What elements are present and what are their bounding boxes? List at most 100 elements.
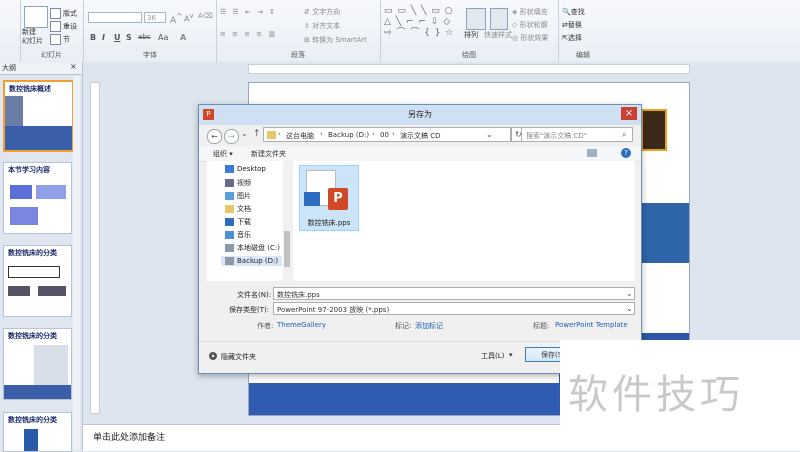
layout-button[interactable]: 版式 xyxy=(50,8,77,19)
thumb-scrollbar[interactable] xyxy=(73,76,80,450)
slide-thumbnail-panel: 大纲 × 数控铣床概述 本节学习内容 数控铣床的分类 数控铣床的分类 数控铣床的… xyxy=(0,62,83,452)
nav-item-downloads[interactable]: 下载 xyxy=(225,217,251,227)
slide-thumb-2[interactable]: 本节学习内容 xyxy=(3,162,72,234)
font-color-icon[interactable]: A xyxy=(180,33,186,42)
shape-fill-button[interactable]: ◈ 形状填充 xyxy=(512,7,548,17)
outline-tab[interactable]: 大纲 xyxy=(2,63,16,73)
filetype-select[interactable]: PowerPoint 97-2003 放映 (*.pps) ⌄ xyxy=(273,302,635,315)
nav-item-music[interactable]: 音乐 xyxy=(225,230,251,240)
file-item[interactable]: P 数控铣床.pps xyxy=(299,165,359,231)
breadcrumb-separator: › xyxy=(278,130,281,138)
breadcrumb-separator: › xyxy=(320,130,323,138)
picture-icon xyxy=(225,192,234,200)
hide-folders-toggle[interactable]: 隐藏文件夹 xyxy=(221,352,256,362)
new-slide-icon[interactable] xyxy=(24,6,48,28)
thumb-image xyxy=(5,96,23,126)
slide-thumb-5[interactable]: 数控铣床的分类 xyxy=(3,412,72,452)
title-value[interactable]: PowerPoint Template xyxy=(555,321,628,329)
up-arrow-icon[interactable]: ↑ xyxy=(253,129,261,139)
thumb-title: 数控铣床的分类 xyxy=(8,332,57,340)
arrange-icon[interactable] xyxy=(466,8,486,30)
underline-button[interactable]: U xyxy=(114,33,121,42)
filename-label: 文件名(N): xyxy=(237,291,272,299)
tags-label: 标记: xyxy=(395,322,412,330)
file-name: 数控铣床.pps xyxy=(307,219,351,227)
breadcrumb-this-pc[interactable]: 这台电脑 xyxy=(286,131,314,141)
help-icon[interactable]: ? xyxy=(621,148,631,158)
dialog-titlebar[interactable]: P 另存为 × xyxy=(199,105,641,125)
align-buttons-icon[interactable]: ≡ ≡ ≡ ≡ ▥ xyxy=(220,30,277,38)
nav-item-pictures[interactable]: 图片 xyxy=(225,191,251,201)
strikethrough-button[interactable]: abc xyxy=(138,33,151,41)
text-direction-button[interactable]: ⇵ 文字方向 xyxy=(304,7,340,17)
breadcrumb-backup-drive[interactable]: Backup (D:) xyxy=(328,131,369,139)
reset-icon xyxy=(50,21,61,32)
nav-item-documents[interactable]: 文档 xyxy=(225,204,251,214)
shrink-font-icon[interactable]: Av xyxy=(184,12,193,24)
bold-button[interactable]: B xyxy=(90,33,96,42)
address-bar[interactable]: › 这台电脑 › Backup (D:) › 00 › 演示文稿 CD ⌄ xyxy=(263,127,511,142)
reset-button[interactable]: 重设 xyxy=(50,21,77,32)
nav-item-local-disk-c[interactable]: 本地磁盘 (C:) xyxy=(225,243,280,253)
back-button[interactable]: ← xyxy=(207,129,222,144)
recent-dropdown-icon[interactable]: ⌄ xyxy=(241,129,248,138)
list-buttons-icon[interactable]: ☰ ☰ ⇤ ⇥ ↕ xyxy=(220,8,277,16)
file-list: P 数控铣床.pps xyxy=(293,161,635,281)
author-value[interactable]: ThemeGallery xyxy=(277,321,326,329)
breadcrumb-separator: › xyxy=(372,130,375,138)
find-label: 查找 xyxy=(570,8,585,16)
font-name-combo[interactable] xyxy=(88,12,142,23)
section-button[interactable]: 节 xyxy=(50,34,70,45)
find-button[interactable]: 🔍查找 xyxy=(562,7,585,17)
organize-button[interactable]: 组织 ▾ xyxy=(213,149,233,159)
slide-thumb-4[interactable]: 数控铣床的分类 xyxy=(3,328,72,400)
breadcrumb-folder[interactable]: 演示文稿 CD xyxy=(400,131,441,141)
forward-button[interactable]: → xyxy=(224,129,239,144)
align-text-icon: ⇳ xyxy=(304,22,313,30)
nav-item-desktop[interactable]: Desktop xyxy=(225,165,266,173)
nav-scrollbar-thumb[interactable] xyxy=(284,231,290,267)
grow-font-icon[interactable]: A^ xyxy=(170,12,182,26)
slide-thumb-3[interactable]: 数控铣床的分类 xyxy=(3,245,72,317)
font-size-combo[interactable]: 36 xyxy=(144,12,166,23)
paragraph-group: ☰ ☰ ⇤ ⇥ ↕ ≡ ≡ ≡ ≡ ▥ ⇵ 文字方向 ⇳ 对齐文本 ⊞ 转换为 … xyxy=(216,0,381,62)
clear-format-icon[interactable]: A⌫ xyxy=(198,12,213,20)
italic-button[interactable]: I xyxy=(102,33,105,42)
slide-thumb-1[interactable]: 数控铣床概述 xyxy=(3,80,74,152)
new-folder-button[interactable]: 新建文件夹 xyxy=(251,149,286,159)
collapse-icon[interactable]: ▴ xyxy=(209,352,217,360)
address-dropdown-icon[interactable]: ⌄ xyxy=(486,130,493,139)
tools-dropdown-icon[interactable]: ▾ xyxy=(509,351,513,359)
shape-outline-button[interactable]: ◇ 形状轮廓 xyxy=(512,20,548,30)
select-button[interactable]: ⇱选择 xyxy=(562,33,582,43)
quick-styles-button[interactable]: 快速样式 xyxy=(484,30,512,40)
smartart-button[interactable]: ⊞ 转换为 SmartArt xyxy=(304,35,367,45)
dropdown-arrow-icon[interactable]: ⌄ xyxy=(626,289,633,298)
dropdown-arrow-icon[interactable]: ⌄ xyxy=(626,304,633,313)
quick-styles-icon[interactable] xyxy=(490,8,508,30)
align-text-button[interactable]: ⇳ 对齐文本 xyxy=(304,21,340,31)
filetype-value: PowerPoint 97-2003 放映 (*.pps) xyxy=(277,306,390,314)
filename-input[interactable]: 数控铣床.pps ⌄ xyxy=(273,287,635,300)
replace-button[interactable]: ⇄替换 xyxy=(562,20,582,30)
thumb-footer xyxy=(5,126,72,150)
tools-button[interactable]: 工具(L) xyxy=(481,351,504,361)
new-slide-button[interactable]: 新建 幻灯片 xyxy=(22,28,43,46)
shape-effects-button[interactable]: ◎ 形状效果 xyxy=(512,33,548,43)
close-button[interactable]: × xyxy=(621,107,637,120)
nav-item-videos[interactable]: 视频 xyxy=(225,178,251,188)
shapes-gallery[interactable]: ▭ ▭ ╲ ╲ ▭ ○ △ ╲ ⌐ ⌐ ⇩ ◇ ⇨ ⌒ ⌒ { } ☆ xyxy=(384,6,454,39)
nav-item-label: 图片 xyxy=(237,192,251,200)
nav-item-backup-d[interactable]: Backup (D:) xyxy=(221,256,283,266)
tags-value[interactable]: 添加标记 xyxy=(415,321,443,331)
nav-item-label: 音乐 xyxy=(237,231,251,239)
nav-scrollbar[interactable] xyxy=(283,161,291,281)
thumb-title: 数控铣床概述 xyxy=(9,85,51,93)
close-panel-icon[interactable]: × xyxy=(70,62,77,71)
search-box[interactable]: 搜索"演示文稿 CD" ⌕ xyxy=(521,127,633,142)
change-case-button[interactable]: Aa xyxy=(158,33,168,42)
shadow-button[interactable]: S xyxy=(126,33,132,42)
arrange-button[interactable]: 排列 xyxy=(464,30,478,40)
view-options-icon[interactable] xyxy=(587,149,597,157)
breadcrumb-00[interactable]: 00 xyxy=(380,131,389,139)
